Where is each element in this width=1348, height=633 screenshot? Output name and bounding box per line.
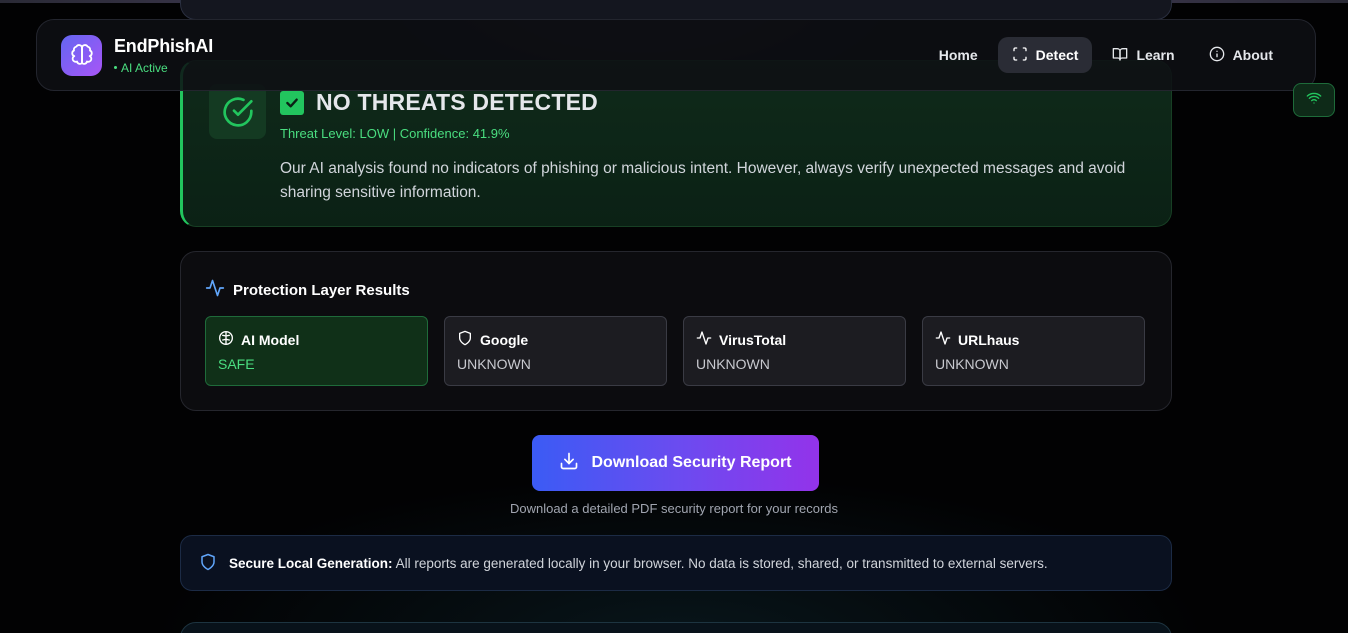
brain-icon <box>218 330 234 349</box>
info-icon <box>1209 46 1225 65</box>
layer-google: Google UNKNOWN <box>444 316 667 386</box>
download-button-label: Download Security Report <box>591 454 792 471</box>
previous-card <box>180 0 1172 20</box>
nav-learn-label: Learn <box>1136 47 1175 63</box>
layer-name: URLhaus <box>958 331 1020 348</box>
download-note: Download a detailed PDF security report … <box>509 501 839 516</box>
layer-name: Google <box>480 331 529 348</box>
layer-status: UNKNOWN <box>696 356 770 372</box>
layer-status: UNKNOWN <box>457 356 531 372</box>
nav-learn[interactable]: Learn <box>1098 37 1188 73</box>
layer-urlhaus: URLhaus UNKNOWN <box>922 316 1145 386</box>
layer-ai-model: AI Model SAFE <box>205 316 428 386</box>
scan-icon <box>1012 46 1028 65</box>
navbar: EndPhishAI AI Active Home Detect Learn A… <box>36 19 1316 91</box>
download-icon <box>559 451 579 476</box>
activity-icon <box>935 330 951 349</box>
result-title: NO THREATS DETECTED <box>280 89 598 116</box>
checkbox-icon <box>280 90 304 115</box>
brand[interactable]: EndPhishAI AI Active <box>61 34 214 76</box>
layer-name: AI Model <box>241 331 300 348</box>
app-name: EndPhishAI <box>114 35 214 56</box>
layer-name: VirusTotal <box>719 331 787 348</box>
book-icon <box>1112 46 1128 65</box>
nav-home[interactable]: Home <box>925 37 992 73</box>
activity-icon <box>696 330 712 349</box>
layers-grid: AI Model SAFE Google UNKNOWN VirusTotal … <box>205 316 1145 386</box>
layer-status: UNKNOWN <box>935 356 1009 372</box>
layers-title: Protection Layer Results <box>205 278 410 302</box>
nav-detect[interactable]: Detect <box>997 37 1093 73</box>
secure-notice: Secure Local Generation: All reports are… <box>180 535 1172 591</box>
protection-layers-card: Protection Layer Results AI Model SAFE G… <box>180 251 1172 411</box>
nav-about-label: About <box>1232 47 1273 63</box>
activity-icon <box>205 278 225 302</box>
layers-title-label: Protection Layer Results <box>233 281 410 299</box>
ai-status: AI Active <box>114 61 213 75</box>
layer-virustotal: VirusTotal UNKNOWN <box>683 316 906 386</box>
connection-button[interactable] <box>1293 83 1335 117</box>
layer-status: SAFE <box>218 356 255 372</box>
shield-icon <box>199 553 217 574</box>
secure-notice-body: All reports are generated locally in you… <box>392 555 1048 571</box>
shield-icon <box>457 330 473 349</box>
brain-logo-icon <box>61 34 102 76</box>
download-report-button[interactable]: Download Security Report <box>532 435 819 491</box>
threat-meta: Threat Level: LOW | Confidence: 41.9% <box>280 126 510 141</box>
next-card <box>180 622 1172 633</box>
nav-home-label: Home <box>938 47 978 63</box>
result-description: Our AI analysis found no indicators of p… <box>280 160 1126 201</box>
status-dot-icon <box>114 66 117 69</box>
ai-status-label: AI Active <box>121 60 168 75</box>
check-circle-icon <box>209 84 266 139</box>
wifi-icon <box>1306 90 1322 111</box>
secure-notice-label: Secure Local Generation: <box>229 555 393 571</box>
main-nav: Home Detect Learn About <box>925 37 1287 73</box>
nav-detect-label: Detect <box>1035 47 1079 63</box>
secure-notice-text: Secure Local Generation: All reports are… <box>229 556 1048 571</box>
result-heading: NO THREATS DETECTED <box>316 89 598 115</box>
nav-about[interactable]: About <box>1195 37 1287 73</box>
